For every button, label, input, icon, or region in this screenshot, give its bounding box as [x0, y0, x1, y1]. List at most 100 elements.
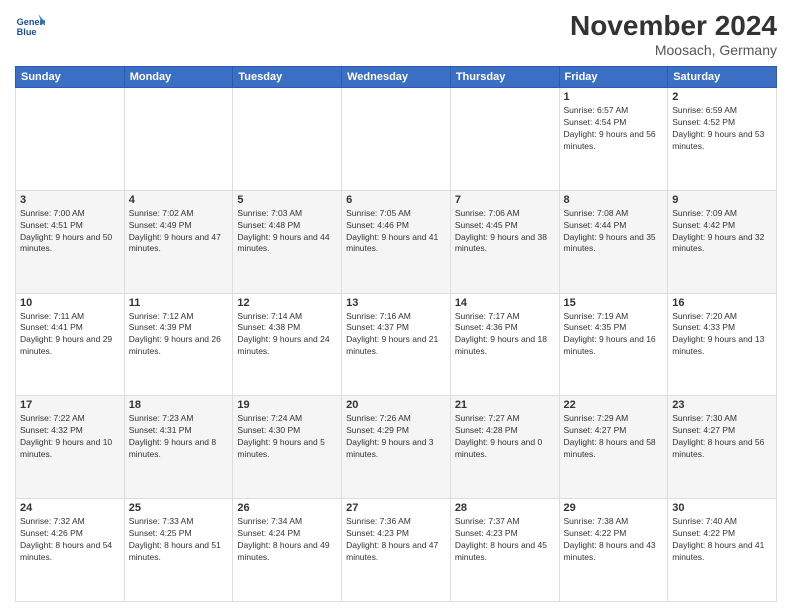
calendar-week-row: 10 Sunrise: 7:11 AM Sunset: 4:41 PM Dayli…: [16, 293, 777, 396]
calendar-cell: 21 Sunrise: 7:27 AM Sunset: 4:28 PM Dayli…: [450, 396, 559, 499]
day-info: Sunrise: 7:33 AM Sunset: 4:25 PM Dayligh…: [129, 516, 229, 564]
day-info: Sunrise: 7:12 AM Sunset: 4:39 PM Dayligh…: [129, 311, 229, 359]
day-info: Sunrise: 6:59 AM Sunset: 4:52 PM Dayligh…: [672, 105, 772, 153]
day-number: 18: [129, 399, 229, 411]
day-number: 29: [564, 502, 664, 514]
calendar-cell: 10 Sunrise: 7:11 AM Sunset: 4:41 PM Dayli…: [16, 293, 125, 396]
day-number: 23: [672, 399, 772, 411]
calendar-cell: 19Sunrise: 7:24 AM Sunset: 4:30 PM Dayli…: [233, 396, 342, 499]
calendar-cell: 12 Sunrise: 7:14 AM Sunset: 4:38 PM Dayli…: [233, 293, 342, 396]
day-info: Sunrise: 7:30 AM Sunset: 4:27 PM Dayligh…: [672, 413, 772, 461]
day-info: Sunrise: 7:08 AM Sunset: 4:44 PM Dayligh…: [564, 208, 664, 256]
day-info: Sunrise: 7:20 AM Sunset: 4:33 PM Dayligh…: [672, 311, 772, 359]
calendar-cell: 14 Sunrise: 7:17 AM Sunset: 4:36 PM Dayli…: [450, 293, 559, 396]
weekday-header-wednesday: Wednesday: [342, 67, 451, 88]
day-info: Sunrise: 7:22 AM Sunset: 4:32 PM Dayligh…: [20, 413, 120, 461]
calendar-week-row: 3Sunrise: 7:00 AM Sunset: 4:51 PM Daylig…: [16, 190, 777, 293]
calendar-cell: 3Sunrise: 7:00 AM Sunset: 4:51 PM Daylig…: [16, 190, 125, 293]
day-number: 7: [455, 194, 555, 206]
page: General Blue November 2024 Moosach, Germ…: [0, 0, 792, 612]
day-info: Sunrise: 7:17 AM Sunset: 4:36 PM Dayligh…: [455, 311, 555, 359]
day-info: Sunrise: 7:11 AM Sunset: 4:41 PM Dayligh…: [20, 311, 120, 359]
day-number: 17: [20, 399, 120, 411]
calendar-cell: 22Sunrise: 7:29 AM Sunset: 4:27 PM Dayli…: [559, 396, 668, 499]
calendar-cell: 20 Sunrise: 7:26 AM Sunset: 4:29 PM Dayli…: [342, 396, 451, 499]
calendar-cell: 18 Sunrise: 7:23 AM Sunset: 4:31 PM Dayli…: [124, 396, 233, 499]
calendar-cell: 16 Sunrise: 7:20 AM Sunset: 4:33 PM Dayli…: [668, 293, 777, 396]
calendar-cell: 23 Sunrise: 7:30 AM Sunset: 4:27 PM Dayli…: [668, 396, 777, 499]
weekday-header-sunday: Sunday: [16, 67, 125, 88]
day-number: 22: [564, 399, 664, 411]
day-info: Sunrise: 7:24 AM Sunset: 4:30 PM Dayligh…: [237, 413, 337, 461]
calendar-cell: 7 Sunrise: 7:06 AM Sunset: 4:45 PM Daylig…: [450, 190, 559, 293]
weekday-header-friday: Friday: [559, 67, 668, 88]
day-number: 12: [237, 297, 337, 309]
day-number: 9: [672, 194, 772, 206]
calendar-cell: 26Sunrise: 7:34 AM Sunset: 4:24 PM Dayli…: [233, 499, 342, 602]
weekday-header-thursday: Thursday: [450, 67, 559, 88]
day-number: 21: [455, 399, 555, 411]
calendar-cell: 28 Sunrise: 7:37 AM Sunset: 4:23 PM Dayli…: [450, 499, 559, 602]
day-info: Sunrise: 7:16 AM Sunset: 4:37 PM Dayligh…: [346, 311, 446, 359]
calendar-cell: 29 Sunrise: 7:38 AM Sunset: 4:22 PM Dayli…: [559, 499, 668, 602]
day-number: 1: [564, 91, 664, 103]
calendar-body: 1 Sunrise: 6:57 AM Sunset: 4:54 PM Daylig…: [16, 88, 777, 602]
calendar-cell: 27Sunrise: 7:36 AM Sunset: 4:23 PM Dayli…: [342, 499, 451, 602]
day-info: Sunrise: 7:36 AM Sunset: 4:23 PM Dayligh…: [346, 516, 446, 564]
calendar-cell: 15 Sunrise: 7:19 AM Sunset: 4:35 PM Dayli…: [559, 293, 668, 396]
calendar-cell: 13 Sunrise: 7:16 AM Sunset: 4:37 PM Dayli…: [342, 293, 451, 396]
day-number: 25: [129, 502, 229, 514]
calendar-cell: [124, 88, 233, 191]
calendar-cell: 2 Sunrise: 6:59 AM Sunset: 4:52 PM Daylig…: [668, 88, 777, 191]
calendar-cell: 25 Sunrise: 7:33 AM Sunset: 4:25 PM Dayli…: [124, 499, 233, 602]
weekday-header-saturday: Saturday: [668, 67, 777, 88]
calendar-week-row: 17 Sunrise: 7:22 AM Sunset: 4:32 PM Dayli…: [16, 396, 777, 499]
calendar-week-row: 1 Sunrise: 6:57 AM Sunset: 4:54 PM Daylig…: [16, 88, 777, 191]
day-number: 14: [455, 297, 555, 309]
calendar-cell: 9 Sunrise: 7:09 AM Sunset: 4:42 PM Daylig…: [668, 190, 777, 293]
day-info: Sunrise: 7:03 AM Sunset: 4:48 PM Dayligh…: [237, 208, 337, 256]
day-number: 8: [564, 194, 664, 206]
calendar-cell: [233, 88, 342, 191]
calendar-cell: [342, 88, 451, 191]
svg-text:Blue: Blue: [17, 27, 37, 37]
header: General Blue November 2024 Moosach, Germ…: [15, 10, 777, 58]
day-info: Sunrise: 7:32 AM Sunset: 4:26 PM Dayligh…: [20, 516, 120, 564]
weekday-header-tuesday: Tuesday: [233, 67, 342, 88]
day-info: Sunrise: 7:00 AM Sunset: 4:51 PM Dayligh…: [20, 208, 120, 256]
generalblue-logo-icon: General Blue: [15, 10, 45, 40]
day-info: Sunrise: 7:09 AM Sunset: 4:42 PM Dayligh…: [672, 208, 772, 256]
day-number: 13: [346, 297, 446, 309]
subtitle: Moosach, Germany: [570, 42, 777, 58]
day-info: Sunrise: 7:06 AM Sunset: 4:45 PM Dayligh…: [455, 208, 555, 256]
calendar-cell: 6Sunrise: 7:05 AM Sunset: 4:46 PM Daylig…: [342, 190, 451, 293]
day-number: 15: [564, 297, 664, 309]
calendar-cell: 5 Sunrise: 7:03 AM Sunset: 4:48 PM Daylig…: [233, 190, 342, 293]
day-info: Sunrise: 7:26 AM Sunset: 4:29 PM Dayligh…: [346, 413, 446, 461]
logo: General Blue: [15, 10, 45, 40]
calendar-cell: 8 Sunrise: 7:08 AM Sunset: 4:44 PM Daylig…: [559, 190, 668, 293]
calendar-cell: 1 Sunrise: 6:57 AM Sunset: 4:54 PM Daylig…: [559, 88, 668, 191]
day-info: Sunrise: 7:38 AM Sunset: 4:22 PM Dayligh…: [564, 516, 664, 564]
day-number: 10: [20, 297, 120, 309]
calendar-cell: [450, 88, 559, 191]
day-number: 16: [672, 297, 772, 309]
day-info: Sunrise: 7:40 AM Sunset: 4:22 PM Dayligh…: [672, 516, 772, 564]
day-number: 11: [129, 297, 229, 309]
day-number: 5: [237, 194, 337, 206]
day-info: Sunrise: 7:23 AM Sunset: 4:31 PM Dayligh…: [129, 413, 229, 461]
day-number: 24: [20, 502, 120, 514]
day-number: 2: [672, 91, 772, 103]
day-info: Sunrise: 7:19 AM Sunset: 4:35 PM Dayligh…: [564, 311, 664, 359]
day-info: Sunrise: 7:05 AM Sunset: 4:46 PM Dayligh…: [346, 208, 446, 256]
calendar-week-row: 24 Sunrise: 7:32 AM Sunset: 4:26 PM Dayli…: [16, 499, 777, 602]
day-number: 30: [672, 502, 772, 514]
day-info: Sunrise: 7:02 AM Sunset: 4:49 PM Dayligh…: [129, 208, 229, 256]
day-number: 28: [455, 502, 555, 514]
day-info: Sunrise: 7:37 AM Sunset: 4:23 PM Dayligh…: [455, 516, 555, 564]
day-info: Sunrise: 7:14 AM Sunset: 4:38 PM Dayligh…: [237, 311, 337, 359]
day-info: Sunrise: 7:27 AM Sunset: 4:28 PM Dayligh…: [455, 413, 555, 461]
weekday-header-monday: Monday: [124, 67, 233, 88]
day-number: 20: [346, 399, 446, 411]
day-info: Sunrise: 6:57 AM Sunset: 4:54 PM Dayligh…: [564, 105, 664, 153]
